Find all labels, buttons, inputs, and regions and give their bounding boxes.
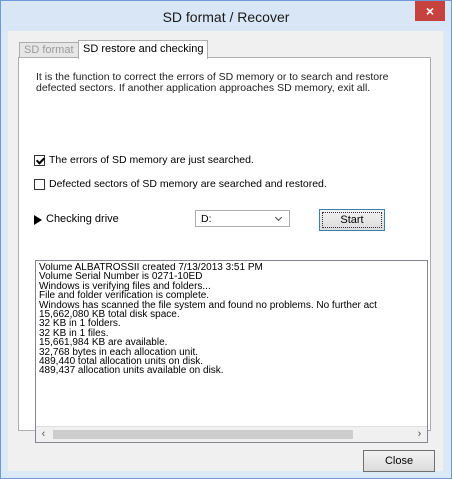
description-text: It is the function to correct the errors…: [36, 72, 426, 94]
scroll-thumb[interactable]: [53, 430, 353, 439]
result-log[interactable]: Volume ALBATROSSII created 7/13/2013 3:5…: [35, 260, 428, 443]
dialog-body: SD format SD restore and checking It is …: [8, 31, 443, 472]
play-arrow-icon: [34, 215, 42, 225]
close-button[interactable]: Close: [363, 450, 435, 472]
title-bar[interactable]: SD format / Recover ×: [1, 1, 451, 31]
start-button[interactable]: Start: [319, 209, 385, 231]
tab-sd-format[interactable]: SD format: [19, 42, 79, 58]
log-line: 489,437 allocation units available on di…: [39, 365, 224, 376]
drive-select[interactable]: D:: [195, 210, 290, 227]
search-only-checkbox[interactable]: [34, 154, 45, 166]
restore-checkbox[interactable]: [34, 178, 45, 190]
description-line: defected sectors. If another application…: [36, 82, 371, 94]
horizontal-scrollbar[interactable]: ‹ ›: [36, 426, 427, 442]
search-only-label: The errors of SD memory are just searche…: [49, 154, 254, 166]
search-only-option[interactable]: The errors of SD memory are just searche…: [34, 153, 254, 167]
log-lines: Volume ALBATROSSII created 7/13/2013 3:5…: [39, 263, 423, 376]
dialog-window: SD format / Recover × SD format SD resto…: [0, 0, 452, 479]
drive-select-value: D:: [201, 213, 212, 225]
chevron-right-icon[interactable]: ›: [412, 427, 427, 442]
checking-drive-label: Checking drive: [46, 213, 119, 225]
tab-sd-restore[interactable]: SD restore and checking: [78, 40, 209, 59]
chevron-down-icon: [274, 213, 283, 222]
close-icon[interactable]: ×: [415, 1, 445, 21]
restore-label: Defected sectors of SD memory are search…: [49, 178, 327, 190]
restore-option[interactable]: Defected sectors of SD memory are search…: [34, 177, 327, 191]
window-title: SD format / Recover: [162, 9, 290, 25]
chevron-left-icon[interactable]: ‹: [36, 427, 51, 442]
